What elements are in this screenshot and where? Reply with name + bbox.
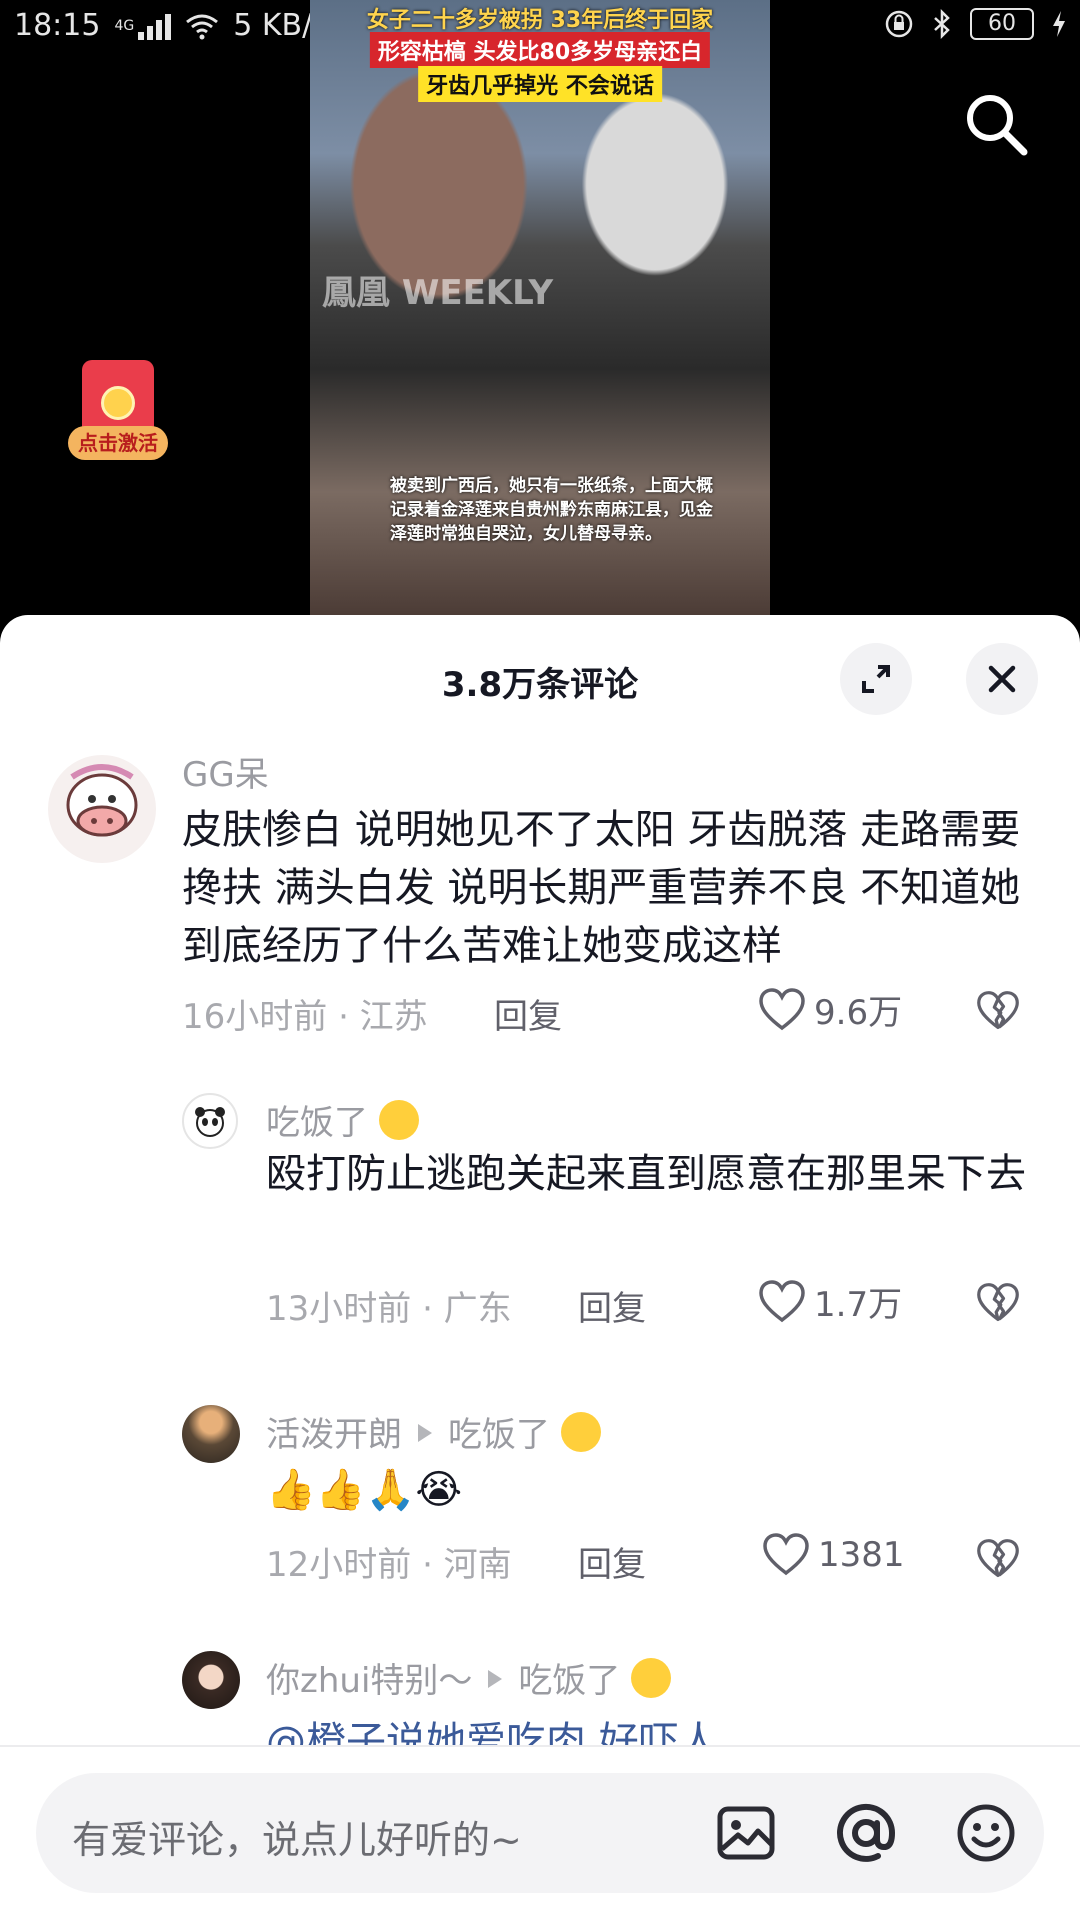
close-icon <box>988 665 1016 693</box>
video-caption-line2: 形容枯槁 头发比80多岁母亲还白 <box>369 32 711 68</box>
like-count: 9.6万 <box>814 993 903 1033</box>
comment-username-text: 吃饭了 <box>266 1103 368 1143</box>
comment-username[interactable]: 吃饭了 <box>266 1095 419 1144</box>
avatar[interactable] <box>182 1651 240 1709</box>
broken-heart-icon[interactable] <box>976 1281 1020 1325</box>
comment-input[interactable]: 有爱评论，说点儿好听的~ <box>36 1773 1044 1893</box>
comment-username[interactable]: GG呆 <box>182 747 269 796</box>
bluetooth-icon <box>934 9 950 39</box>
comments-panel: 3.8万条评论 GG呆 皮肤惨白 说明她见不了太阳 牙齿脱落 走路需要搀扶 满头… <box>0 615 1080 1920</box>
expand-icon <box>862 665 890 693</box>
comment-text: 殴打防止逃跑关起来直到愿意在那里呆下去 <box>266 1151 1026 1197</box>
comment-reply-item: 活泼开朗 吃饭了 👍👍🙏😭 12小时前 · 河南 回复 1381 <box>0 1405 1080 1605</box>
broken-heart-icon[interactable] <box>976 1537 1020 1581</box>
comment-input-placeholder: 有爱评论，说点儿好听的~ <box>72 1818 522 1862</box>
comment-meta: 12小时前 · 河南 <box>266 1545 512 1585</box>
image-icon[interactable] <box>714 1801 778 1865</box>
heart-icon <box>759 1279 805 1322</box>
reply-arrow-icon <box>418 1424 432 1442</box>
comments-count-title: 3.8万条评论 <box>441 665 639 705</box>
red-packet-button[interactable]: 点击激活 <box>68 360 170 462</box>
reply-button[interactable]: 回复 <box>578 1537 646 1586</box>
avatar[interactable] <box>48 755 156 863</box>
video-watermark: 鳳凰 WEEKLY <box>322 273 554 313</box>
comment-reply-item: 吃饭了 殴打防止逃跑关起来直到愿意在那里呆下去 13小时前 · 广东 回复 1.… <box>0 1093 1080 1353</box>
cow-avatar-icon <box>66 764 138 837</box>
lock-rotation-icon <box>885 10 913 38</box>
panda-avatar-icon <box>195 1107 225 1137</box>
like-button[interactable]: 9.6万 <box>758 985 902 1034</box>
comment-username-text: 你zhui特别～ <box>266 1661 473 1701</box>
coin-icon <box>101 386 135 420</box>
video-caption-line1: 女子二十多岁被拐 33年后终于回家 <box>366 8 714 33</box>
heart-icon <box>763 1533 809 1576</box>
expand-button[interactable] <box>840 643 912 715</box>
star-eyes-emoji-icon <box>560 1412 601 1452</box>
reply-button[interactable]: 回复 <box>578 1281 646 1330</box>
comment-meta: 13小时前 · 广东 <box>266 1289 512 1329</box>
avatar[interactable] <box>182 1093 238 1149</box>
charging-icon <box>1053 11 1065 37</box>
emoji-icon[interactable] <box>954 1801 1018 1865</box>
search-icon[interactable] <box>960 88 1032 160</box>
comment-text: 👍👍🙏😭 <box>266 1467 463 1513</box>
red-packet-label: 点击激活 <box>68 426 168 460</box>
heart-icon <box>759 987 805 1030</box>
like-button[interactable]: 1381 <box>762 1533 905 1577</box>
network-type: 4G <box>114 17 135 34</box>
signal-icon <box>138 12 172 40</box>
reply-to-username: 吃饭了 <box>448 1415 550 1455</box>
reply-button[interactable]: 回复 <box>494 989 562 1038</box>
broken-heart-icon[interactable] <box>976 989 1020 1033</box>
like-button[interactable]: 1.7万 <box>758 1277 902 1326</box>
comments-list[interactable]: GG呆 皮肤惨白 说明她见不了太阳 牙齿脱落 走路需要搀扶 满头白发 说明长期严… <box>0 733 1080 1748</box>
star-eyes-emoji-icon <box>378 1100 419 1140</box>
battery-indicator: 60 <box>970 8 1034 40</box>
reply-arrow-icon <box>488 1670 503 1688</box>
video-player[interactable]: 女子二十多岁被拐 33年后终于回家 形容枯槁 头发比80多岁母亲还白 牙齿几乎掉… <box>310 0 770 615</box>
wifi-icon <box>186 14 219 39</box>
comment-reply-item: 你zhui特别～ 吃饭了 @橙子说她爱吃肉 好吓人 <box>0 1651 1080 1748</box>
comment-text: @橙子说她爱吃肉 好吓人 <box>266 1719 719 1748</box>
comment-input-bar: 有爱评论，说点儿好听的~ <box>0 1745 1080 1920</box>
video-subtitle: 被卖到广西后，她只有一张纸条，上面大概记录着金泽莲来自贵州黔东南麻江县，见金泽莲… <box>390 476 713 544</box>
clock: 18:15 <box>14 8 101 43</box>
like-count: 1.7万 <box>814 1285 903 1325</box>
video-caption-line3: 牙齿几乎掉光 不会说话 <box>418 66 662 102</box>
comment-item: GG呆 皮肤惨白 说明她见不了太阳 牙齿脱落 走路需要搀扶 满头白发 说明长期严… <box>0 733 1080 1037</box>
at-mention-icon[interactable] <box>834 1801 898 1865</box>
star-eyes-emoji-icon <box>631 1658 672 1698</box>
reply-to-username: 吃饭了 <box>518 1661 621 1701</box>
comment-username-text: 活泼开朗 <box>266 1415 402 1455</box>
like-count: 1381 <box>818 1535 905 1575</box>
avatar[interactable] <box>182 1405 240 1463</box>
comment-meta: 16小时前 · 江苏 <box>182 997 428 1037</box>
comment-username[interactable]: 你zhui特别～ 吃饭了 <box>266 1653 672 1702</box>
comment-username[interactable]: 活泼开朗 吃饭了 <box>266 1407 601 1456</box>
comment-text: 皮肤惨白 说明她见不了太阳 牙齿脱落 走路需要搀扶 满头白发 说明长期严重营养不… <box>182 807 1021 969</box>
close-button[interactable] <box>966 643 1038 715</box>
